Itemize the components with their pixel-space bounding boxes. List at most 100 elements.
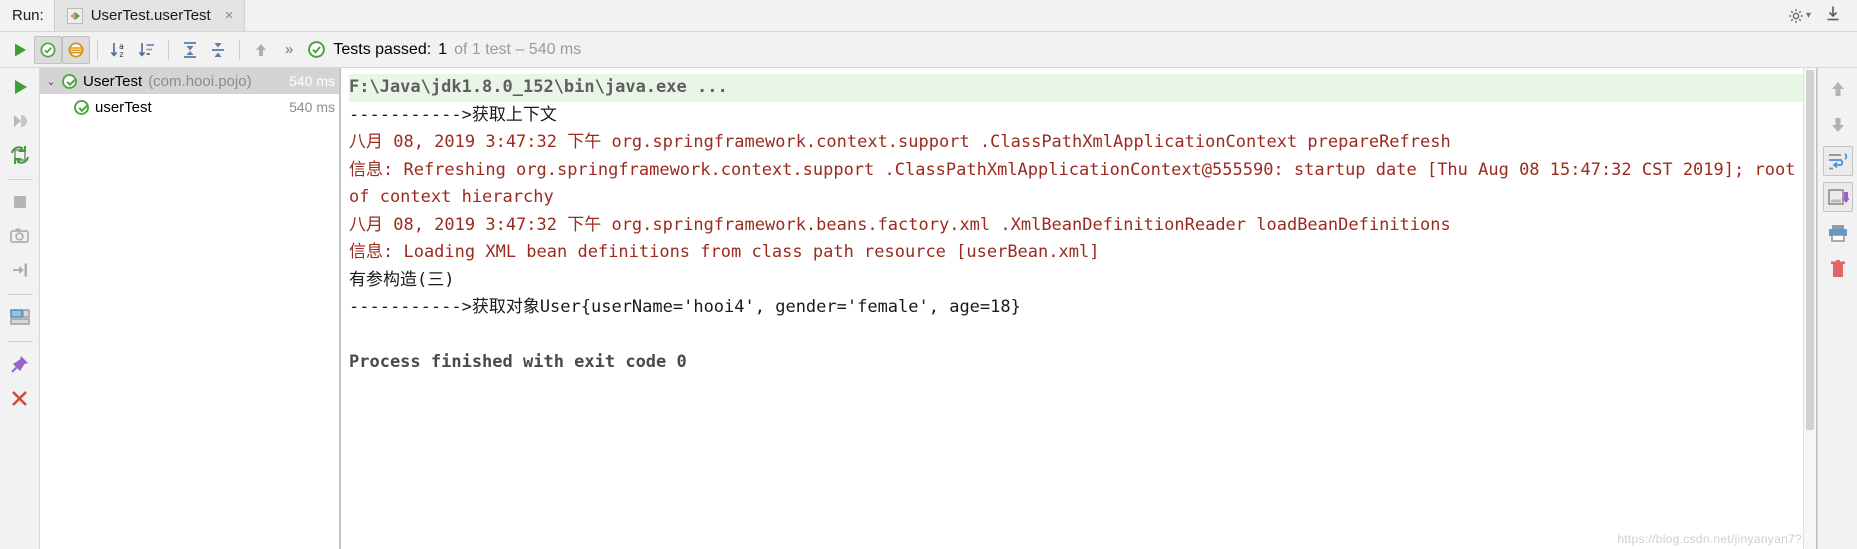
- layout-settings-button[interactable]: [5, 302, 35, 332]
- scroll-to-end-icon: [1827, 189, 1849, 205]
- test-passed-icon: [74, 99, 89, 115]
- stop-icon: [13, 196, 26, 208]
- expand-all-button[interactable]: [176, 36, 204, 64]
- sort-by-duration-button[interactable]: [133, 36, 161, 64]
- tree-node-name: UserTest: [83, 72, 143, 90]
- arrow-down-icon: [1831, 118, 1844, 132]
- console-line: 信息: Loading XML bean definitions from cl…: [349, 242, 1100, 262]
- sort-alphabetically-button[interactable]: a z: [105, 36, 133, 64]
- console-line: 八月 08, 2019 3:47:32 下午 org.springframewo…: [349, 132, 1451, 152]
- close-icon[interactable]: ×: [225, 8, 234, 23]
- run-tab-title: UserTest.userTest: [90, 7, 211, 24]
- console-line: 信息: Refreshing org.springframework.conte…: [349, 159, 1806, 208]
- console-line: ----------->获取上下文: [349, 104, 557, 125]
- toggle-auto-test-icon: [10, 146, 29, 164]
- status-count: 1: [438, 40, 448, 58]
- console-action-gutter: [1817, 68, 1857, 549]
- gutter-separator: [6, 179, 33, 180]
- chevron-down-icon: ▾: [1805, 10, 1811, 21]
- toolbar-separator: [168, 39, 169, 60]
- gear-icon[interactable]: ▾: [1788, 8, 1811, 24]
- toolbar-overflow-button[interactable]: »: [275, 41, 303, 58]
- export-download-icon[interactable]: [1825, 5, 1841, 27]
- scroll-to-end-button[interactable]: [1822, 182, 1853, 212]
- exit-icon: [12, 263, 27, 277]
- run-tab-bar: Run: UserTest.userTest × ▾: [0, 0, 1857, 32]
- test-passed-icon: [62, 73, 77, 89]
- soft-wrap-button[interactable]: [1822, 146, 1853, 176]
- toolbar-separator: [97, 39, 98, 60]
- console-line: 有参构造(三): [349, 269, 455, 290]
- console-line: Process finished with exit code 0: [349, 352, 687, 372]
- tree-node-duration: 540 ms: [289, 73, 335, 89]
- tree-row-usertest[interactable]: ⌄ UserTest (com.hooi.pojo) 540 ms: [40, 68, 339, 94]
- show-passed-tests-button[interactable]: [34, 35, 62, 64]
- dump-threads-button[interactable]: [5, 221, 35, 251]
- tree-node-name: userTest: [95, 98, 152, 116]
- camera-icon: [10, 228, 29, 243]
- close-x-icon: [12, 390, 27, 406]
- trash-icon: [1830, 260, 1845, 277]
- run-configuration-icon: [66, 7, 83, 24]
- left-action-gutter: [0, 68, 40, 549]
- console-line: 八月 08, 2019 3:47:32 下午 org.springframewo…: [349, 214, 1451, 235]
- rerun-tests-button[interactable]: [5, 72, 35, 102]
- show-ignored-tests-icon: [68, 42, 84, 57]
- rerun-tests-button[interactable]: [6, 36, 34, 64]
- scrollbar-thumb[interactable]: [1806, 70, 1814, 430]
- console-text: F:\Java\jdk1.8.0_152\bin\java.exe ... ---…: [341, 68, 1816, 377]
- status-label: Tests passed:: [333, 40, 432, 58]
- rerun-failed-icon: [13, 115, 27, 127]
- pin-tab-button[interactable]: [5, 349, 35, 379]
- console-line: ----------->获取对象User{userName='hooi4', g…: [349, 297, 1021, 317]
- collapse-all-icon: [212, 42, 224, 57]
- sort-by-duration-icon: [138, 42, 154, 57]
- print-button[interactable]: [1823, 218, 1853, 248]
- gutter-separator: [6, 341, 33, 342]
- tree-row-usertest-method[interactable]: userTest 540 ms: [40, 94, 339, 120]
- run-tab-usertest[interactable]: UserTest.userTest ×: [53, 0, 245, 31]
- tree-node-package: (com.hooi.pojo): [148, 72, 252, 90]
- run-label: Run:: [12, 7, 44, 24]
- scroll-down-button[interactable]: [1823, 110, 1853, 140]
- console-line: F:\Java\jdk1.8.0_152\bin\java.exe ...: [349, 74, 1806, 102]
- arrow-up-icon: [256, 43, 266, 56]
- chevron-down-icon[interactable]: ⌄: [40, 75, 62, 88]
- runbar-spacer: [245, 0, 1788, 31]
- run-window-body: ⌄ UserTest (com.hooi.pojo) 540 ms userTe…: [0, 68, 1857, 549]
- runbar-actions: ▾: [1788, 0, 1857, 31]
- previous-failed-test-button[interactable]: [247, 36, 275, 64]
- run-play-icon: [14, 80, 27, 94]
- arrow-up-icon: [1831, 82, 1844, 96]
- stop-button[interactable]: [5, 187, 35, 217]
- gutter-separator: [6, 294, 33, 295]
- show-passed-tests-icon: [40, 42, 56, 57]
- tree-node-duration: 540 ms: [289, 99, 335, 115]
- console-scrollbar[interactable]: [1803, 68, 1816, 549]
- scroll-up-button[interactable]: [1823, 74, 1853, 104]
- show-ignored-tests-button[interactable]: [62, 35, 90, 64]
- status-detail: of 1 test – 540 ms: [454, 40, 582, 58]
- pin-icon: [11, 355, 28, 373]
- run-play-icon: [15, 43, 26, 56]
- clear-all-button[interactable]: [1823, 254, 1853, 284]
- test-results-tree[interactable]: ⌄ UserTest (com.hooi.pojo) 540 ms userTe…: [40, 68, 340, 549]
- print-icon: [1828, 225, 1847, 242]
- layout-icon: [9, 309, 30, 325]
- toggle-auto-test-button[interactable]: [5, 140, 35, 170]
- watermark: https://blog.csdn.net/jinyanyan7?: [1617, 532, 1802, 546]
- test-runner-toolbar: a z » Tests passed: 1 of 1 test – 540 ms: [0, 32, 1857, 68]
- expand-all-icon: [184, 41, 196, 58]
- test-status-bar: Tests passed: 1 of 1 test – 540 ms: [307, 40, 581, 59]
- collapse-all-button[interactable]: [204, 36, 232, 64]
- rerun-failed-tests-button[interactable]: [5, 106, 35, 136]
- soft-wrap-icon: [1828, 153, 1847, 170]
- run-tool-window: Run: UserTest.userTest × ▾ a z » Tests p…: [0, 0, 1857, 549]
- tests-passed-icon: [308, 41, 326, 58]
- console-output-panel[interactable]: F:\Java\jdk1.8.0_152\bin\java.exe ... ---…: [340, 68, 1817, 549]
- exit-button[interactable]: [5, 255, 35, 285]
- svg-text:z: z: [119, 50, 124, 59]
- close-button[interactable]: [5, 383, 35, 413]
- sort-alphabetically-icon: a z: [110, 42, 124, 59]
